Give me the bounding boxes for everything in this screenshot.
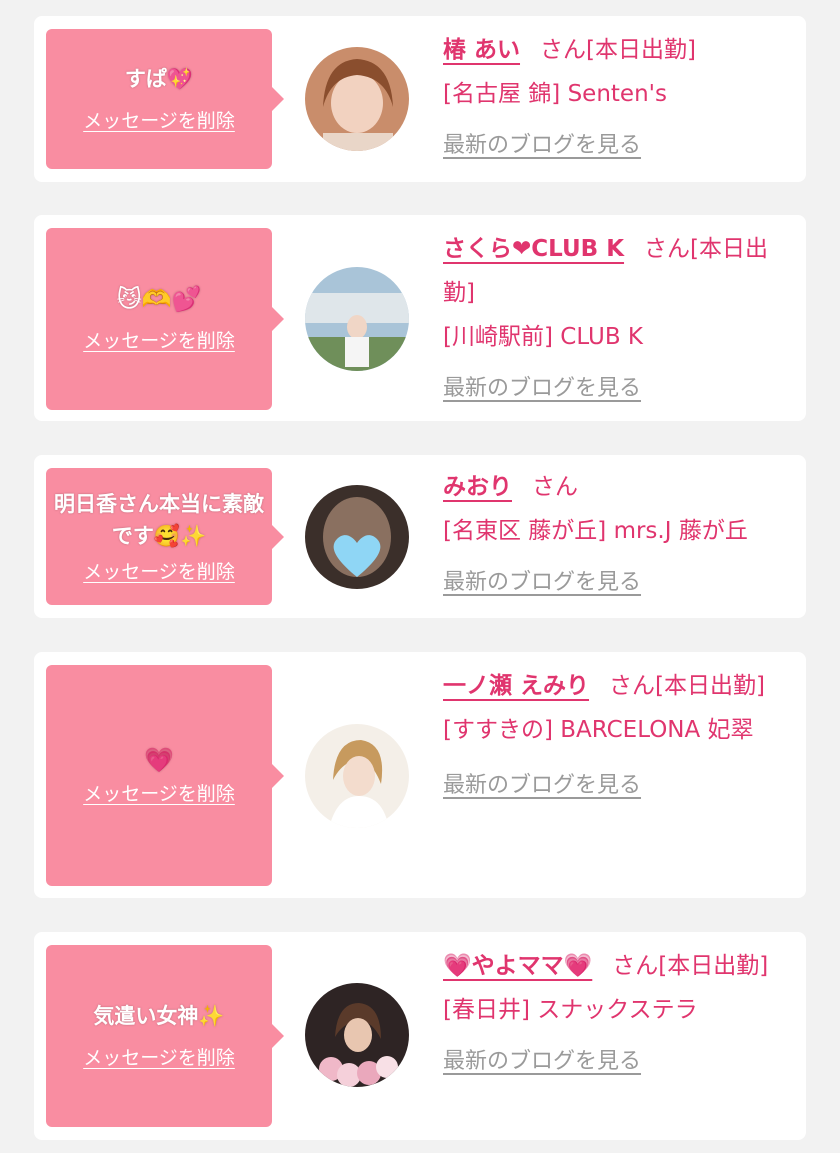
- avatar[interactable]: [305, 724, 409, 828]
- sender-suffix: さん[本日出勤]: [609, 673, 765, 699]
- avatar-photo-icon: [305, 485, 409, 589]
- delete-message-link[interactable]: メッセージを削除: [83, 780, 235, 808]
- message-text: すぱ💖: [124, 67, 194, 91]
- message-card: 気遣い女神✨ メッセージを削除 💗やよママ💗 さん[本日出勤] [春日井] スナッ…: [34, 932, 806, 1140]
- latest-blog-link[interactable]: 最新のブログを見る: [443, 764, 795, 808]
- message-bubble: すぱ💖 メッセージを削除: [46, 29, 284, 169]
- latest-blog-link[interactable]: 最新のブログを見る: [443, 124, 795, 168]
- delete-message-link[interactable]: メッセージを削除: [83, 558, 235, 586]
- sender-name-link[interactable]: 一ノ瀬 えみり: [443, 673, 589, 699]
- shop-info: [川崎駅前] CLUB K: [443, 324, 643, 350]
- avatar-photo-icon: [305, 267, 409, 371]
- sender-info: みおり さん [名東区 藤が丘] mrs.J 藤が丘 最新のブログを見る: [443, 465, 795, 605]
- avatar[interactable]: [305, 47, 409, 151]
- avatar[interactable]: [305, 267, 409, 371]
- shop-info: [春日井] スナックステラ: [443, 997, 698, 1023]
- avatar-photo-icon: [305, 47, 409, 151]
- delete-message-link[interactable]: メッセージを削除: [83, 107, 235, 135]
- sender-info: 一ノ瀬 えみり さん[本日出勤] [すすきの] BARCELONA 妃翠 最新のブ…: [443, 664, 795, 808]
- message-card: 💗 メッセージを削除 一ノ瀬 えみり さん[本日出勤] [すすきの] BARCEL…: [34, 652, 806, 898]
- message-bubble: 😼🫶💕 メッセージを削除: [46, 228, 284, 410]
- avatar[interactable]: [305, 983, 409, 1087]
- shop-info: [すすきの] BARCELONA 妃翠: [443, 717, 754, 743]
- avatar-photo-icon: [305, 724, 409, 828]
- message-card: すぱ💖 メッセージを削除 椿 あい さん[本日出勤] [名古屋 錦] Senten…: [34, 16, 806, 182]
- avatar-photo-icon: [305, 983, 409, 1087]
- avatar[interactable]: [305, 485, 409, 589]
- sender-name-link[interactable]: 💗やよママ💗: [443, 953, 592, 979]
- shop-info: [名古屋 錦] Senten's: [443, 81, 667, 107]
- message-card: 😼🫶💕 メッセージを削除 さくら❤CLUB K さん[本日出勤] [川崎駅前] C…: [34, 215, 806, 421]
- message-card: 明日香さん本当に素敵です🥰✨ メッセージを削除 みおり さん [名東区 藤が丘] …: [34, 455, 806, 618]
- latest-blog-link[interactable]: 最新のブログを見る: [443, 367, 795, 411]
- sender-info: 椿 あい さん[本日出勤] [名古屋 錦] Senten's 最新のブログを見る: [443, 28, 795, 168]
- latest-blog-link[interactable]: 最新のブログを見る: [443, 1040, 795, 1084]
- sender-name-link[interactable]: みおり: [443, 474, 512, 500]
- latest-blog-link[interactable]: 最新のブログを見る: [443, 561, 795, 605]
- sender-suffix: さん: [532, 474, 578, 500]
- message-bubble: 明日香さん本当に素敵です🥰✨ メッセージを削除: [46, 468, 284, 605]
- sender-suffix: さん[本日出勤]: [612, 953, 769, 979]
- shop-info: [名東区 藤が丘] mrs.J 藤が丘: [443, 518, 748, 544]
- sender-info: 💗やよママ💗 さん[本日出勤] [春日井] スナックステラ 最新のブログを見る: [443, 944, 795, 1084]
- sender-info: さくら❤CLUB K さん[本日出勤] [川崎駅前] CLUB K 最新のブログを…: [443, 227, 795, 411]
- message-text: 明日香さん本当に素敵です🥰✨: [54, 491, 264, 548]
- delete-message-link[interactable]: メッセージを削除: [83, 327, 235, 355]
- sender-suffix: さん[本日出勤]: [540, 37, 696, 63]
- message-bubble: 気遣い女神✨ メッセージを削除: [46, 945, 284, 1127]
- message-text: 気遣い女神✨: [93, 1004, 225, 1028]
- message-bubble: 💗 メッセージを削除: [46, 665, 284, 886]
- sender-name-link[interactable]: さくら❤CLUB K: [443, 236, 624, 262]
- message-text: 💗: [144, 745, 174, 774]
- message-text: 😼🫶💕: [116, 285, 202, 313]
- delete-message-link[interactable]: メッセージを削除: [83, 1044, 235, 1072]
- sender-name-link[interactable]: 椿 あい: [443, 37, 520, 63]
